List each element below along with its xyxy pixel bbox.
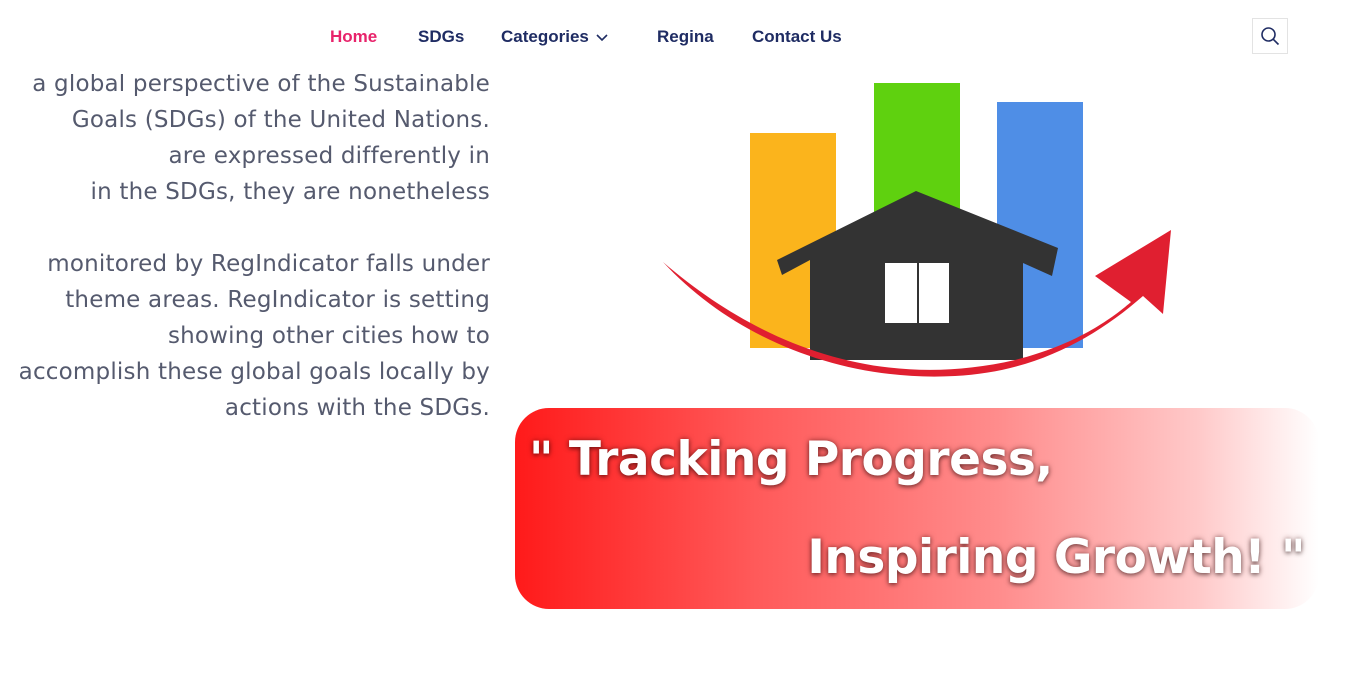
chevron-down-icon (596, 33, 608, 41)
search-button[interactable] (1252, 18, 1288, 54)
intro-line: monitored by RegIndicator falls under (47, 251, 490, 277)
intro-line: theme areas. RegIndicator is setting (65, 287, 490, 313)
intro-line: are expressed differently in (168, 143, 490, 169)
nav-contact-us[interactable]: Contact Us (752, 26, 842, 48)
intro-line: accomplish these global goals locally by (18, 359, 490, 385)
nav-sdgs[interactable]: SDGs (418, 26, 464, 48)
logo-window-right (917, 263, 919, 323)
intro-line: showing other cities how to (167, 323, 490, 349)
intro-line: in the SDGs, they are nonetheless (90, 179, 490, 205)
regindicator-logo (663, 83, 1171, 377)
tagline-banner: " Tracking Progress, Inspiring Growth! " (515, 408, 1319, 609)
tagline-line-2: Inspiring Growth! " (807, 530, 1305, 585)
intro-line: Goals (SDGs) of the United Nations. (71, 107, 490, 133)
intro-paragraph: a global perspective of the Sustainable … (0, 66, 490, 426)
logo-window-left (885, 263, 917, 323)
intro-line: actions with the SDGs. (224, 395, 490, 421)
nav-regina[interactable]: Regina (657, 26, 714, 48)
nav-categories[interactable]: Categories (501, 26, 609, 48)
nav-categories-label: Categories (501, 27, 589, 46)
nav-home[interactable]: Home (330, 26, 377, 48)
intro-line (0, 210, 490, 246)
logo-window-right-pane (919, 263, 949, 323)
tagline-line-1: " Tracking Progress, (529, 432, 1053, 487)
header: Home SDGs Categories Regina Contact Us (0, 0, 1349, 74)
search-icon (1261, 27, 1280, 46)
